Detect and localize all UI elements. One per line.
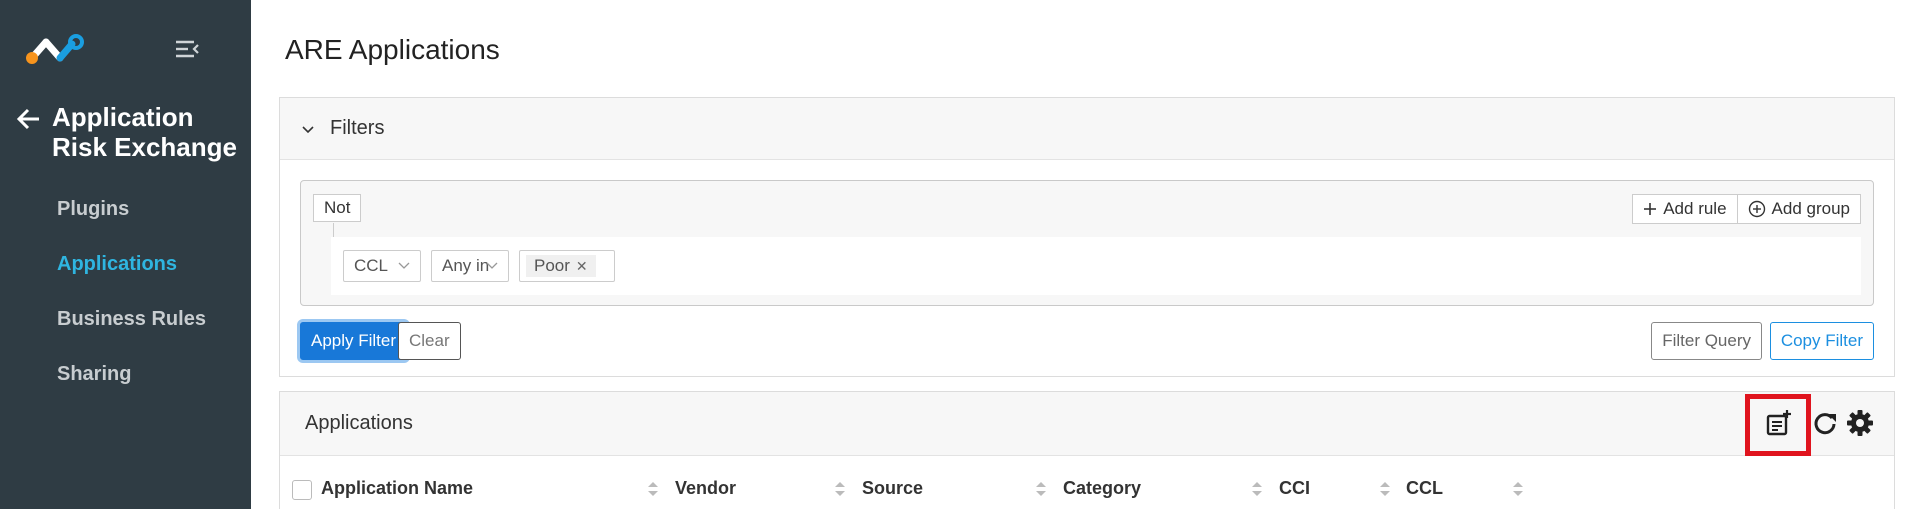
filters-header[interactable]: Filters: [280, 98, 1894, 160]
filter-rule: CCL Any in Poor ✕: [331, 237, 1861, 295]
select-all-checkbox[interactable]: [292, 480, 312, 500]
query-builder-actions: Add rule Add group: [1632, 194, 1861, 224]
applications-title: Applications: [305, 412, 413, 434]
filters-title: Filters: [330, 117, 385, 139]
add-note-icon[interactable]: [1763, 408, 1793, 438]
value-chip: Poor ✕: [526, 255, 596, 277]
sort-icon[interactable]: [1379, 480, 1391, 498]
sidebar-nav: Plugins Applications Business Rules Shar…: [0, 192, 251, 412]
main-content: ARE Applications Filters Not Add rule Ad…: [251, 0, 1907, 509]
table-header: Application Name Vendor Source Category …: [280, 456, 1894, 509]
sort-icon[interactable]: [1251, 480, 1263, 498]
column-source[interactable]: Source: [862, 478, 923, 499]
refresh-icon[interactable]: [1810, 408, 1840, 438]
plus-icon: [1644, 203, 1657, 215]
field-select-value: CCL: [354, 256, 389, 275]
sidebar-item-plugins[interactable]: Plugins: [0, 192, 251, 247]
apply-filter-button[interactable]: Apply Filter: [300, 322, 408, 360]
back-to-plugin[interactable]: Application Risk Exchange: [16, 102, 246, 162]
not-toggle[interactable]: Not: [313, 194, 362, 222]
sidebar-item-applications[interactable]: Applications: [0, 247, 251, 302]
sort-icon[interactable]: [1035, 480, 1047, 498]
filter-query-button[interactable]: Filter Query: [1651, 322, 1762, 360]
add-group-label: Add group: [1771, 199, 1850, 218]
sidebar-item-business-rules[interactable]: Business Rules: [0, 302, 251, 357]
sidebar-item-sharing[interactable]: Sharing: [0, 357, 251, 412]
operator-select-value: Any in: [442, 256, 490, 275]
arrow-left-icon: [16, 108, 39, 130]
plus-circle-icon: [1748, 200, 1765, 218]
column-application-name[interactable]: Application Name: [321, 478, 473, 499]
collapse-menu-icon[interactable]: [174, 38, 200, 60]
column-cci[interactable]: CCI: [1279, 478, 1310, 499]
logo: [26, 34, 84, 64]
applications-panel: Applications Application Name Vendor Sou…: [279, 391, 1895, 509]
filters-panel: Filters Not Add rule Add group CCL Any i…: [279, 97, 1895, 377]
add-group-button[interactable]: Add group: [1736, 195, 1860, 223]
copy-filter-button[interactable]: Copy Filter: [1769, 322, 1874, 360]
chevron-down-icon: [398, 262, 410, 269]
sort-icon[interactable]: [834, 480, 846, 498]
column-ccl[interactable]: CCL: [1406, 478, 1443, 499]
clear-button[interactable]: Clear: [398, 322, 461, 360]
query-builder: Not Add rule Add group CCL Any in Poor ✕: [300, 180, 1874, 306]
remove-chip-icon[interactable]: ✕: [576, 255, 588, 277]
column-vendor[interactable]: Vendor: [675, 478, 736, 499]
field-select[interactable]: CCL: [343, 250, 421, 282]
plugin-title: Application Risk Exchange: [52, 102, 237, 162]
applications-header: Applications: [280, 392, 1894, 456]
gear-icon[interactable]: [1845, 408, 1875, 438]
sort-icon[interactable]: [1512, 480, 1524, 498]
sidebar: Application Risk Exchange Plugins Applic…: [0, 0, 251, 509]
add-rule-label: Add rule: [1663, 199, 1727, 218]
chevron-down-icon: [302, 125, 314, 133]
chevron-down-icon: [486, 262, 498, 269]
value-multiselect[interactable]: Poor ✕: [519, 250, 615, 282]
page-title: ARE Applications: [285, 34, 500, 65]
operator-select[interactable]: Any in: [431, 250, 509, 282]
add-rule-button[interactable]: Add rule: [1633, 195, 1736, 223]
sort-icon[interactable]: [647, 480, 659, 498]
app-root: Application Risk Exchange Plugins Applic…: [0, 0, 1907, 509]
value-chip-label: Poor: [534, 256, 570, 275]
column-category[interactable]: Category: [1063, 478, 1141, 499]
